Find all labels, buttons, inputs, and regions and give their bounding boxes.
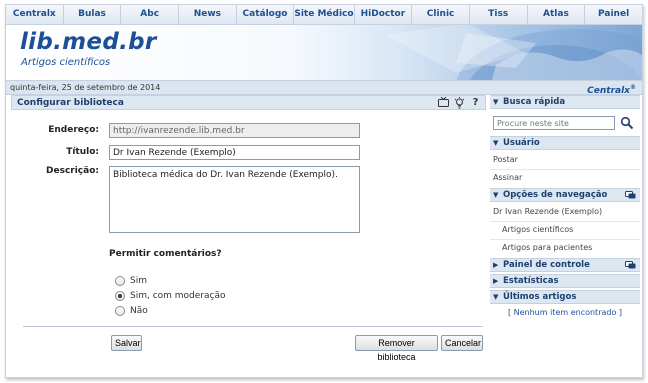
divider [490,221,640,222]
quick-search-header[interactable]: ▼ Busca rápida [490,95,640,109]
nav-tiss[interactable]: Tiss [470,5,528,24]
description-label: Descrição: [46,166,99,176]
latest-articles-header[interactable]: ▼ Últimos artigos [490,290,640,304]
search-icon[interactable] [620,116,634,130]
user-title: Usuário [503,138,540,148]
sidebar-item-scientific-articles[interactable]: Artigos científicos [502,224,573,236]
option-label: Não [130,306,148,316]
control-panel-header[interactable]: ▶ Painel de controle [490,258,640,272]
radio-selected-icon [115,291,125,301]
nav-atlas[interactable]: Atlas [528,5,586,24]
nav-clinic[interactable]: Clinic [412,5,470,24]
nav-hidoctor[interactable]: HiDoctor [355,5,413,24]
save-button[interactable]: Salvar [111,335,142,351]
address-field[interactable] [109,123,360,138]
nav-abc[interactable]: Abc [121,5,180,24]
nav-painel[interactable]: Painel [585,5,642,24]
description-field[interactable]: Biblioteca médica do Dr. Ivan Rezende (E… [109,166,360,233]
panel-header: Configurar biblioteca ? [11,95,486,110]
user-header[interactable]: ▼ Usuário [490,136,640,150]
collapsed-arrow-icon: ▶ [493,261,499,269]
sidebar-item-postar[interactable]: Postar [493,154,518,166]
cancel-button[interactable]: Cancelar [441,335,483,351]
nav-catalogo[interactable]: Catálogo [237,5,295,24]
top-navigation: Centralx Bulas Abc News Catálogo Site Mé… [6,5,642,25]
option-label: Sim, com moderação [130,291,226,301]
remove-library-button[interactable]: Remover biblioteca [355,335,438,362]
empty-list-message: [ Nenhum item encontrado ] [507,308,623,317]
sidebar-item-patient-articles[interactable]: Artigos para pacientes [502,242,592,254]
expanded-arrow-icon: ▼ [493,98,499,106]
option-label: Sim [130,276,147,286]
expanded-arrow-icon: ▼ [493,191,499,199]
panel-title: Configurar biblioteca [17,98,124,108]
expanded-arrow-icon: ▼ [493,139,499,147]
sidebar-item-library[interactable]: Dr Ivan Rezende (Exemplo) [493,206,602,218]
site-tagline: Artigos científicos [21,57,111,68]
navigation-options-title: Opções de navegação [503,190,608,200]
chat-bubble-icon[interactable] [625,261,636,269]
expanded-arrow-icon: ▼ [493,293,499,301]
statistics-header[interactable]: ▶ Estatísticas [490,274,640,288]
control-panel-title: Painel de controle [503,260,590,270]
address-label: Endereço: [48,125,99,135]
divider [490,239,640,240]
title-field[interactable] [109,145,360,160]
library-settings-panel: Configurar biblioteca ? Endereço: Título… [11,95,486,375]
divider [490,169,640,170]
divider [23,326,483,327]
navigation-options-header[interactable]: ▼ Opções de navegação [490,188,640,202]
nav-bulas[interactable]: Bulas [64,5,122,24]
title-label: Título: [66,147,99,157]
nav-news[interactable]: News [179,5,237,24]
latest-articles-title: Últimos artigos [503,292,577,302]
help-icon[interactable]: ? [470,97,481,109]
site-banner: lib.med.br Artigos científicos [6,25,642,80]
sidebar-item-assinar[interactable]: Assinar [493,172,522,184]
globe-banner-graphic [386,25,642,80]
page-frame: Centralx Bulas Abc News Catálogo Site Mé… [5,4,643,378]
comments-option-yes[interactable]: Sim [115,276,147,286]
search-input[interactable] [493,116,615,130]
chat-bubble-icon[interactable] [625,191,636,199]
current-date: quinta-feira, 25 de setembro de 2014 [10,83,161,92]
date-bar: quinta-feira, 25 de setembro de 2014 Cen… [6,80,642,96]
tv-icon[interactable] [438,96,449,109]
radio-icon [115,276,125,286]
comments-option-moderated[interactable]: Sim, com moderação [115,291,226,301]
sidebar: ▼ Busca rápida ▼ Usuário Postar Assinar … [490,95,640,375]
statistics-title: Estatísticas [503,276,559,286]
comments-heading: Permitir comentários? [109,249,222,259]
nav-site-medico[interactable]: Site Médico [294,5,355,24]
lightbulb-icon[interactable] [454,97,465,109]
site-logo[interactable]: lib.med.br [20,29,157,55]
collapsed-arrow-icon: ▶ [493,277,499,285]
quick-search-title: Busca rápida [503,97,566,107]
nav-centralx[interactable]: Centralx [6,5,64,24]
comments-option-no[interactable]: Não [115,306,148,316]
radio-icon [115,306,125,316]
